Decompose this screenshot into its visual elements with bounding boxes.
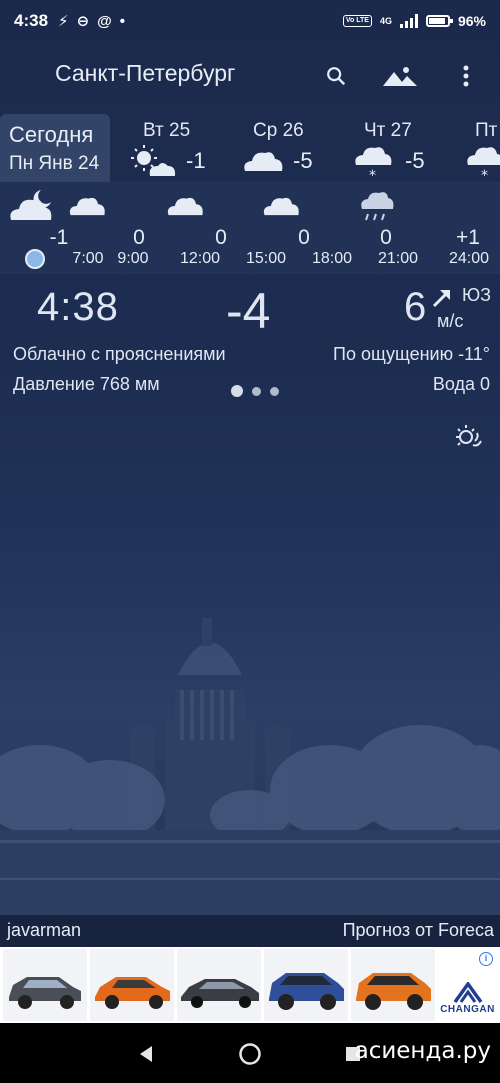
dot-icon: •	[119, 12, 126, 30]
hour-temp: -1	[49, 226, 69, 249]
day-name: Пт	[475, 120, 498, 141]
photo-author[interactable]: javarman	[7, 920, 81, 941]
day-temp: -1	[186, 148, 206, 173]
ad-car-image[interactable]	[264, 949, 348, 1021]
current-time: 4:38	[37, 285, 119, 329]
water-temp: Вода 0	[432, 374, 490, 394]
snow-cloud-icon: *	[465, 144, 500, 187]
at-icon: @	[97, 12, 112, 30]
ad-car-image[interactable]	[177, 949, 261, 1021]
back-icon[interactable]	[138, 1045, 154, 1068]
ad-brand[interactable]: i CHANGAN	[438, 949, 497, 1021]
snow-cloud-icon: *	[353, 144, 393, 187]
wind-arrow-icon	[431, 287, 453, 314]
hour-temp: 0	[298, 226, 310, 249]
hour-time: 24:00	[448, 250, 490, 267]
page-dot	[252, 386, 261, 396]
hour-temp: +1	[456, 226, 480, 249]
ad-car-image[interactable]	[351, 949, 435, 1021]
watermark: асиенда.ру	[354, 1038, 491, 1064]
hour-time: 7:00	[72, 250, 104, 267]
today-date: Пн Янв 24	[9, 153, 100, 174]
page-dot-active	[231, 385, 243, 397]
sun-rotate-icon[interactable]	[451, 421, 483, 453]
today-label: Сегодня	[9, 122, 94, 147]
wind-speed: 6	[404, 285, 427, 329]
more-vert-icon[interactable]	[448, 58, 484, 94]
page-indicator[interactable]	[231, 385, 279, 397]
current-hour-marker	[25, 249, 45, 269]
svg-text:*: *	[481, 168, 488, 182]
wind-unit: м/с	[437, 311, 464, 331]
battery-icon	[425, 15, 453, 27]
hour-time: 18:00	[311, 250, 353, 267]
ad-car-image[interactable]	[3, 949, 87, 1021]
hour-time: 15:00	[245, 250, 287, 267]
volte-badge: Vo LTE	[342, 15, 372, 27]
changan-logo-icon	[453, 982, 482, 1004]
signal-icon	[399, 14, 418, 28]
pressure: Давление 768 мм	[13, 374, 160, 394]
cloud-icon	[242, 148, 284, 177]
battery-percent: 96%	[457, 13, 486, 29]
moon-cloud-icon	[8, 186, 58, 227]
tab-day-3[interactable]: Чт 27 * -5	[353, 114, 453, 184]
network-type: 4G	[379, 16, 392, 26]
page-dot	[270, 386, 279, 396]
ad-banner[interactable]: i CHANGAN	[0, 947, 500, 1023]
day-tabs: Сегодня Пн Янв 24 Вт 25 -1 Ср 26 -5 Чт 2…	[0, 114, 500, 184]
search-icon[interactable]	[318, 58, 354, 94]
sun-cloud-icon	[130, 144, 176, 183]
lightning-icon: ⚡	[58, 13, 69, 30]
hour-temp: 0	[215, 226, 227, 249]
city-title[interactable]: Санкт-Петербург	[55, 60, 235, 87]
tab-today[interactable]: Сегодня Пн Янв 24	[0, 114, 110, 182]
mountains-icon[interactable]	[382, 58, 418, 94]
hour-time: 12:00	[179, 250, 221, 267]
sleet-cloud-icon	[359, 190, 395, 229]
tab-day-1[interactable]: Вт 25 -1	[130, 114, 230, 182]
feels-like: По ощущению -11°	[333, 344, 490, 364]
day-name: Вт 25	[143, 120, 191, 141]
app-bar: Санкт-Петербург	[0, 48, 500, 104]
cloud-icon	[67, 194, 107, 221]
weather-condition: Облачно с прояснениями	[13, 344, 226, 364]
status-bar: 4:38 ⚡ ⊖ @ • Vo LTE 4G 96%	[0, 0, 500, 42]
day-name: Чт 27	[364, 120, 412, 141]
day-temp: -5	[405, 148, 425, 173]
forecast-provider[interactable]: Прогноз от Foreca	[343, 920, 494, 941]
wind-direction: ЮЗ	[462, 285, 492, 305]
status-time: 4:38	[14, 11, 49, 30]
ad-brand-name: CHANGAN	[440, 1004, 495, 1015]
day-temp: -5	[293, 148, 313, 173]
credit-bar: javarman Прогноз от Foreca	[0, 915, 500, 947]
link-icon: ⊖	[76, 13, 90, 30]
hour-temp: 0	[133, 226, 145, 249]
cloud-icon	[261, 194, 301, 221]
ad-car-image[interactable]	[90, 949, 174, 1021]
hour-time: 9:00	[117, 250, 149, 267]
home-icon[interactable]	[238, 1042, 262, 1071]
hour-temp: 0	[380, 226, 392, 249]
day-name: Ср 26	[253, 120, 304, 141]
cloud-icon	[165, 194, 205, 221]
tab-day-2[interactable]: Ср 26 -5	[240, 114, 340, 182]
ad-info-icon[interactable]: i	[479, 952, 493, 966]
hour-time: 21:00	[377, 250, 419, 267]
svg-text:*: *	[369, 168, 376, 182]
hourly-forecast[interactable]: -1 0 0 0 0 +1 7:00 9:00 12:00 15:00 18:0…	[0, 182, 500, 274]
tab-day-4[interactable]: Пт *	[465, 114, 500, 184]
current-temperature: -4	[226, 283, 271, 339]
